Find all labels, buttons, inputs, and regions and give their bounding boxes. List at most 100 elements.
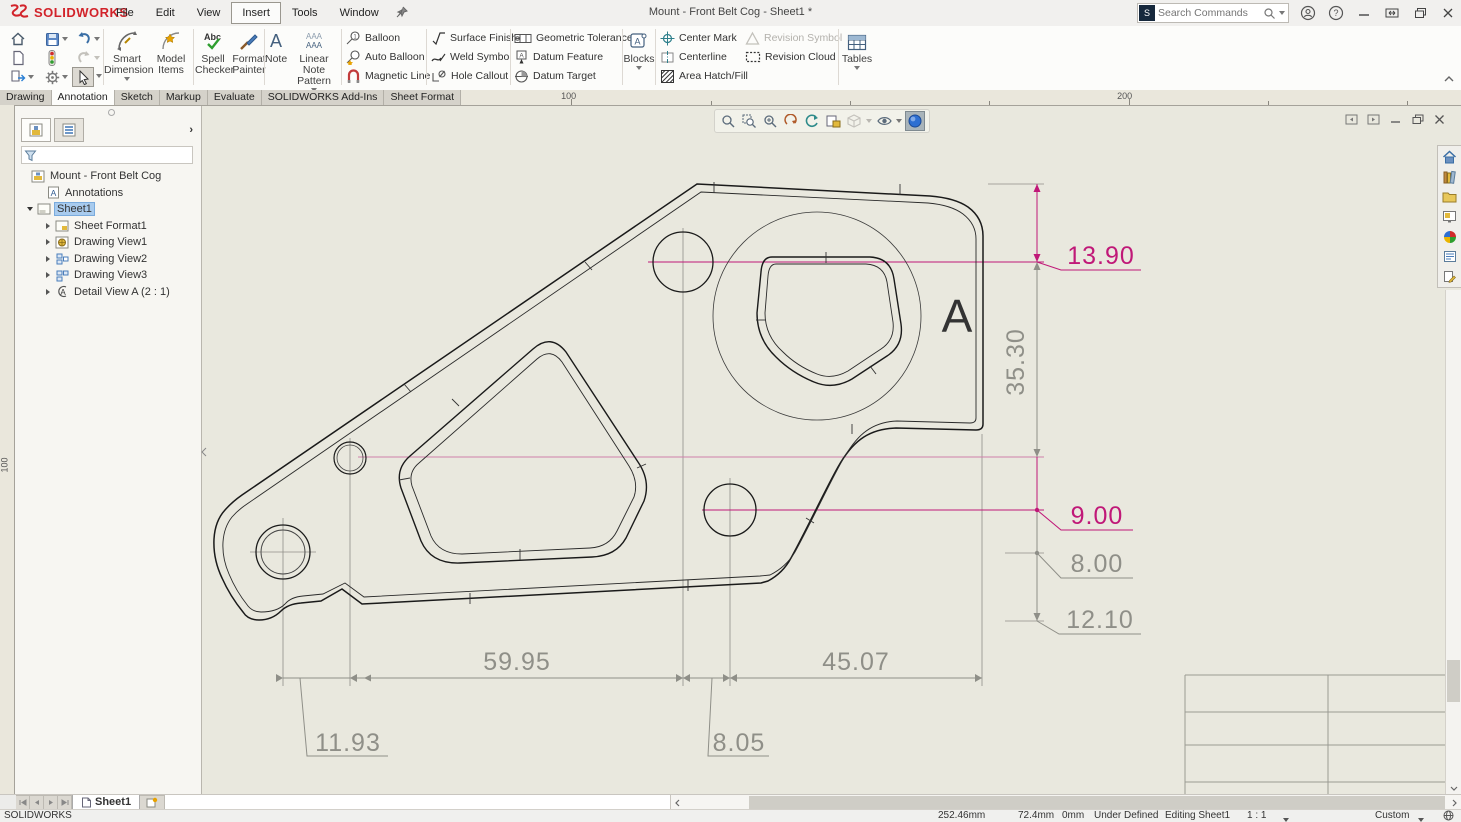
ribbon-collapse-chevron[interactable] bbox=[1443, 74, 1455, 86]
dimension-12-10[interactable]: 12.10 bbox=[1036, 606, 1141, 635]
datum-target-button[interactable]: Datum Target bbox=[514, 67, 596, 85]
geometric-tolerance-button[interactable]: Geometric Tolerance bbox=[514, 29, 633, 47]
cog-slot-cutout[interactable] bbox=[756, 256, 903, 387]
hole-callout-button[interactable]: Hole Callout bbox=[431, 67, 508, 85]
dimension-9-00[interactable]: 9.00 bbox=[1036, 502, 1133, 531]
smart-dimension-caret[interactable] bbox=[124, 77, 130, 81]
horizontal-scrollbar-thumb[interactable] bbox=[749, 796, 1445, 809]
user-account-icon[interactable] bbox=[1299, 4, 1317, 22]
appearances-icon[interactable] bbox=[1440, 228, 1459, 245]
first-sheet-button[interactable] bbox=[16, 795, 30, 810]
doc-close-button[interactable] bbox=[1432, 112, 1447, 126]
surface-finish-button[interactable]: Surface Finish bbox=[431, 29, 517, 47]
horizontal-scrollbar[interactable] bbox=[671, 795, 1461, 810]
panel-grip[interactable] bbox=[108, 109, 115, 116]
display-style-button[interactable] bbox=[875, 112, 893, 130]
tables-caret[interactable] bbox=[854, 66, 860, 70]
datum-feature-button[interactable]: A Datum Feature bbox=[514, 48, 603, 66]
tables-button[interactable]: Tables bbox=[840, 28, 874, 88]
view-palette-icon[interactable] bbox=[1440, 208, 1459, 225]
auto-balloon-button[interactable]: Auto Balloon bbox=[346, 48, 425, 66]
linear-note-pattern-button[interactable]: AAA AAA Linear Note Pattern bbox=[288, 28, 340, 92]
search-icon[interactable] bbox=[1263, 7, 1276, 20]
sheet-properties-button[interactable] bbox=[824, 112, 842, 130]
vertical-scrollbar-thumb[interactable] bbox=[1447, 660, 1460, 702]
zoom-in-out-button[interactable] bbox=[761, 112, 779, 130]
vertical-scrollbar[interactable] bbox=[1445, 290, 1461, 795]
scale-dropdown-caret[interactable] bbox=[1283, 814, 1289, 822]
close-window-button[interactable] bbox=[1439, 4, 1457, 22]
area-hatch-fill-button[interactable]: Area Hatch/Fill bbox=[660, 67, 748, 85]
tree-item-detail-view-a[interactable]: A Detail View A (2 : 1) bbox=[19, 284, 199, 301]
minimize-button[interactable] bbox=[1355, 4, 1373, 22]
select-tool-button[interactable] bbox=[72, 67, 94, 87]
centerline-button[interactable]: Centerline bbox=[660, 48, 727, 66]
zoom-to-area-button[interactable] bbox=[740, 112, 758, 130]
panel-expand-chevron[interactable]: › bbox=[189, 124, 193, 136]
blocks-caret[interactable] bbox=[636, 66, 642, 70]
rotate-view-button[interactable] bbox=[782, 112, 800, 130]
drawing-canvas[interactable]: A 59.95 45.07 11.93 8.05 13.90 35.30 9.0… bbox=[0, 105, 1461, 795]
doc-minimize-button[interactable] bbox=[1388, 112, 1403, 126]
add-sheet-tab[interactable] bbox=[140, 795, 166, 810]
options-caret[interactable] bbox=[62, 75, 68, 79]
search-input[interactable] bbox=[1156, 6, 1263, 20]
detail-label-A[interactable]: A bbox=[942, 290, 973, 342]
menu-edit[interactable]: Edit bbox=[145, 2, 186, 24]
menu-window[interactable]: Window bbox=[329, 2, 390, 24]
dimension-35-30[interactable]: 35.30 bbox=[1002, 328, 1030, 396]
magnetic-line-button[interactable]: Magnetic Line bbox=[346, 67, 430, 85]
feature-manager-tab[interactable] bbox=[21, 118, 51, 142]
tree-item-annotations[interactable]: A Annotations bbox=[19, 185, 199, 202]
tab-sketch[interactable]: Sketch bbox=[114, 90, 160, 105]
publish-caret[interactable] bbox=[28, 75, 34, 79]
pane-right-button[interactable] bbox=[1366, 112, 1381, 126]
blocks-button[interactable]: A Blocks bbox=[623, 28, 655, 88]
holes[interactable] bbox=[255, 231, 757, 580]
menu-insert[interactable]: Insert bbox=[231, 2, 281, 24]
revision-cloud-button[interactable]: Revision Cloud bbox=[745, 48, 836, 66]
menu-tools[interactable]: Tools bbox=[281, 2, 329, 24]
dimension-8-05[interactable]: 8.05 bbox=[707, 677, 769, 757]
tab-evaluate[interactable]: Evaluate bbox=[207, 90, 262, 105]
doc-restore-button[interactable] bbox=[1410, 112, 1425, 126]
note-button[interactable]: A Note bbox=[265, 28, 287, 88]
shaded-view-button[interactable] bbox=[905, 111, 925, 131]
scroll-right-arrow[interactable] bbox=[1448, 795, 1461, 810]
zoom-to-fit-button[interactable] bbox=[719, 112, 737, 130]
tree-item-drawing-view3[interactable]: Drawing View3 bbox=[19, 267, 199, 284]
forum-icon[interactable] bbox=[1440, 268, 1459, 285]
undo-button[interactable] bbox=[74, 30, 94, 48]
dimension-11-93[interactable]: 11.93 bbox=[299, 677, 388, 757]
select-caret[interactable] bbox=[96, 74, 102, 78]
span-displays-button[interactable] bbox=[1383, 4, 1401, 22]
status-globe-icon[interactable] bbox=[1443, 810, 1454, 822]
dimension-45-07[interactable]: 45.07 bbox=[822, 648, 890, 676]
format-painter-button[interactable]: Format Painter bbox=[232, 28, 266, 88]
tab-drawing[interactable]: Drawing bbox=[0, 90, 52, 105]
weld-symbol-button[interactable]: Weld Symbol bbox=[431, 48, 512, 66]
dimension-8-00[interactable]: 8.00 bbox=[1036, 550, 1133, 579]
units-dropdown-caret[interactable] bbox=[1418, 814, 1424, 822]
display-style-caret[interactable] bbox=[896, 119, 902, 123]
status-units[interactable]: Custom bbox=[1375, 810, 1409, 822]
tab-markup[interactable]: Markup bbox=[159, 90, 208, 105]
rebuild-button[interactable] bbox=[42, 49, 62, 67]
tree-item-sheet-format1[interactable]: Sheet Format1 bbox=[19, 218, 199, 235]
spell-checker-button[interactable]: Abc Spell Checker bbox=[195, 28, 234, 88]
tree-item-drawing-view1[interactable]: Drawing View1 bbox=[19, 234, 199, 251]
tab-solidworks-add-ins[interactable]: SOLIDWORKS Add-Ins bbox=[261, 90, 385, 105]
tree-item-sheet1[interactable]: Sheet1 bbox=[19, 201, 199, 218]
prev-sheet-button[interactable] bbox=[30, 795, 44, 810]
tab-annotation[interactable]: Annotation bbox=[51, 90, 115, 105]
smart-dimension-button[interactable]: Smart Dimension bbox=[104, 28, 154, 88]
search-commands-box[interactable]: S bbox=[1137, 3, 1289, 23]
tree-root[interactable]: Mount - Front Belt Cog bbox=[19, 168, 199, 185]
pin-menu-icon[interactable] bbox=[396, 6, 408, 21]
task-home-icon[interactable] bbox=[1440, 148, 1459, 165]
property-manager-tab[interactable] bbox=[54, 118, 84, 142]
options-gear-button[interactable] bbox=[42, 68, 62, 86]
tree-item-drawing-view2[interactable]: Drawing View2 bbox=[19, 251, 199, 268]
restore-window-button[interactable] bbox=[1411, 4, 1429, 22]
file-explorer-icon[interactable] bbox=[1440, 188, 1459, 205]
